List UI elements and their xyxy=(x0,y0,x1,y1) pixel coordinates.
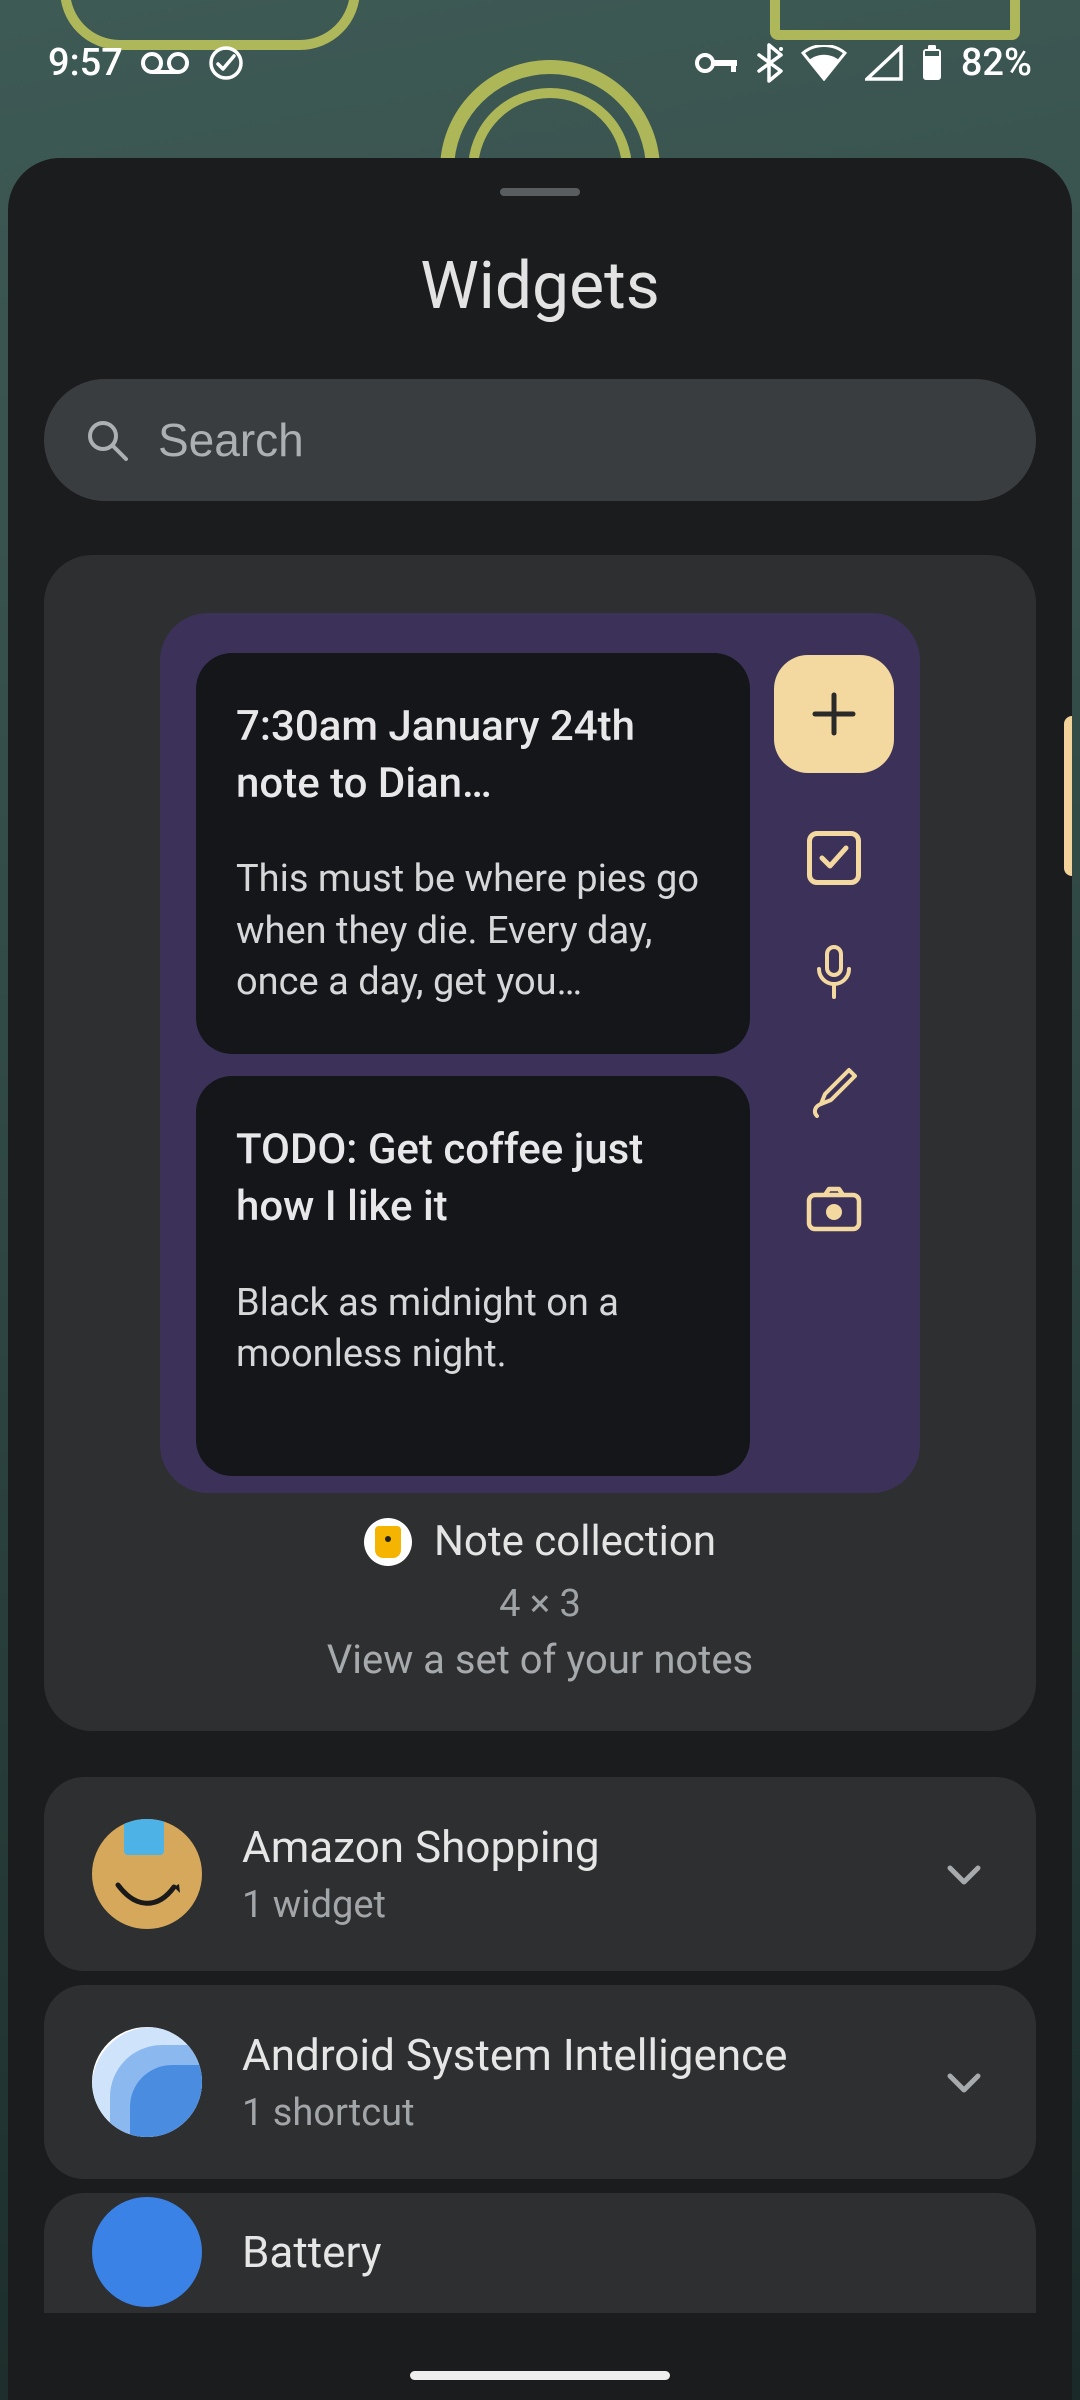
note-card: TODO: Get coffee just how I like it Blac… xyxy=(196,1076,750,1476)
check-icon xyxy=(816,839,852,875)
page-title: Widgets xyxy=(44,248,1036,325)
app-row-android-system-intelligence[interactable]: Android System Intelligence 1 shortcut xyxy=(44,1985,1036,2179)
keep-app-icon xyxy=(364,1518,412,1566)
app-row-amazon-shopping[interactable]: Amazon Shopping 1 widget xyxy=(44,1777,1036,1971)
asi-app-icon xyxy=(92,2027,202,2137)
cellular-icon xyxy=(865,45,903,81)
new-voice-note-button[interactable] xyxy=(804,943,864,1003)
app-name: Android System Intelligence xyxy=(242,2029,900,2081)
widget-description: View a set of your notes xyxy=(92,1636,988,1683)
brush-icon xyxy=(807,1064,861,1118)
do-not-disturb-icon xyxy=(207,44,245,82)
sheet-grabber[interactable] xyxy=(500,188,580,196)
voicemail-icon xyxy=(141,50,189,76)
status-bar: 9:57 82% xyxy=(0,0,1080,110)
vpn-key-icon xyxy=(695,51,739,75)
app-subtitle: 1 widget xyxy=(242,1883,900,1927)
note-body: Black as midnight on a moonless night. xyxy=(236,1278,710,1381)
note-card: 7:30am January 24th note to Dian… This m… xyxy=(196,653,750,1054)
widget-preview-card[interactable]: 7:30am January 24th note to Dian… This m… xyxy=(44,555,1036,1731)
microphone-icon xyxy=(810,943,858,1003)
scrollbar-indicator[interactable] xyxy=(1064,716,1072,876)
widgets-sheet: Widgets 7:30am January 24th note to Dian… xyxy=(8,158,1072,2400)
search-input[interactable] xyxy=(158,413,996,467)
app-subtitle: 1 shortcut xyxy=(242,2091,900,2135)
note-title: 7:30am January 24th note to Dian… xyxy=(236,699,710,812)
gesture-nav-bar[interactable] xyxy=(410,2371,670,2380)
search-bar[interactable] xyxy=(44,379,1036,501)
widget-size: 4 × 3 xyxy=(92,1582,988,1626)
widget-name: Note collection xyxy=(434,1517,716,1566)
camera-icon xyxy=(805,1185,863,1233)
note-title: TODO: Get coffee just how I like it xyxy=(236,1122,710,1235)
app-name: Battery xyxy=(242,2226,988,2278)
amazon-app-icon xyxy=(92,1819,202,1929)
bluetooth-icon xyxy=(757,43,783,83)
battery-percent: 82% xyxy=(961,41,1032,85)
add-note-button[interactable] xyxy=(774,655,894,773)
plus-icon xyxy=(809,689,859,739)
app-row-battery[interactable]: Battery xyxy=(44,2193,1036,2313)
new-drawing-button[interactable] xyxy=(804,1061,864,1121)
search-icon xyxy=(84,417,130,463)
status-time: 9:57 xyxy=(48,41,123,85)
note-body: This must be where pies go when they die… xyxy=(236,854,710,1008)
note-collection-widget-preview: 7:30am January 24th note to Dian… This m… xyxy=(160,613,920,1493)
new-checklist-button[interactable] xyxy=(807,831,861,885)
wifi-icon xyxy=(801,45,847,81)
new-photo-note-button[interactable] xyxy=(804,1179,864,1239)
chevron-down-icon xyxy=(940,2058,988,2106)
chevron-down-icon xyxy=(940,1850,988,1898)
battery-icon xyxy=(921,44,943,82)
battery-app-icon xyxy=(92,2197,202,2307)
app-name: Amazon Shopping xyxy=(242,1821,900,1873)
